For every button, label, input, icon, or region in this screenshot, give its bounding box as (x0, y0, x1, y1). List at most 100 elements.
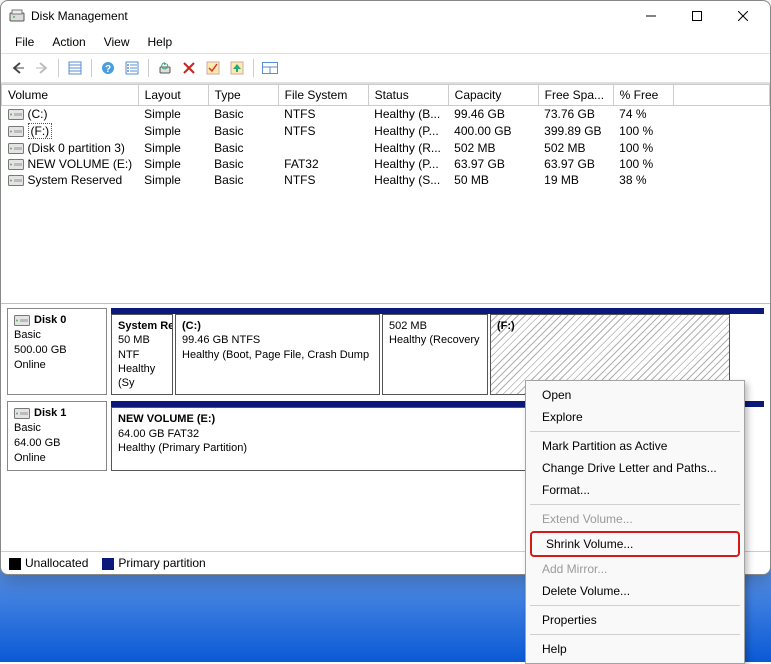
partition-size: 99.46 GB NTFS (182, 333, 373, 347)
partition-title: System Re (118, 319, 166, 333)
volume-name: (C:) (28, 107, 48, 121)
cell-free: 399.89 GB (538, 122, 613, 140)
partition[interactable]: System Re50 MB NTFHealthy (Sy (111, 314, 173, 395)
col-filesystem[interactable]: File System (278, 85, 368, 106)
col-status[interactable]: Status (368, 85, 448, 106)
detail-view-icon[interactable] (64, 57, 86, 79)
cell-fs (278, 140, 368, 156)
volume-list[interactable]: Volume Layout Type File System Status Ca… (1, 83, 770, 303)
legend-primary: Primary partition (102, 556, 205, 570)
drive-icon (14, 315, 30, 326)
volume-row[interactable]: (Disk 0 partition 3)SimpleBasicHealthy (… (2, 140, 770, 156)
app-icon (9, 8, 25, 24)
menu-view[interactable]: View (96, 33, 138, 51)
cell-type: Basic (208, 172, 278, 188)
cell-status: Healthy (P... (368, 156, 448, 172)
maximize-button[interactable] (674, 1, 720, 31)
volume-row[interactable]: NEW VOLUME (E:)SimpleBasicFAT32Healthy (… (2, 156, 770, 172)
toolbar: ? (1, 53, 770, 83)
ctx-format[interactable]: Format... (528, 479, 742, 501)
cell-pct: 100 % (613, 140, 673, 156)
cell-free: 19 MB (538, 172, 613, 188)
disk-info[interactable]: Disk 0Basic500.00 GBOnline (7, 308, 107, 395)
window-title: Disk Management (31, 9, 628, 23)
cell-fs: NTFS (278, 122, 368, 140)
cell-status: Healthy (S... (368, 172, 448, 188)
partition-status: Healthy (Sy (118, 362, 166, 391)
cell-layout: Simple (138, 156, 208, 172)
refresh-icon[interactable] (154, 57, 176, 79)
col-pctfree[interactable]: % Free (613, 85, 673, 106)
col-layout[interactable]: Layout (138, 85, 208, 106)
volume-name: (F:) (28, 123, 53, 139)
cell-fs: NTFS (278, 106, 368, 123)
check-icon[interactable] (202, 57, 224, 79)
partition-status: Healthy (Boot, Page File, Crash Dump (182, 348, 373, 362)
drive-icon (14, 408, 30, 419)
cell-fs: FAT32 (278, 156, 368, 172)
ctx-change-letter[interactable]: Change Drive Letter and Paths... (528, 457, 742, 479)
ctx-open[interactable]: Open (528, 384, 742, 406)
legend-unallocated: Unallocated (9, 556, 88, 570)
partition-size: 50 MB NTF (118, 333, 166, 362)
cell-status: Healthy (R... (368, 140, 448, 156)
disk-size: 64.00 GB (14, 436, 100, 451)
cell-type: Basic (208, 106, 278, 123)
help-icon[interactable]: ? (97, 57, 119, 79)
col-type[interactable]: Type (208, 85, 278, 106)
layout-icon[interactable] (259, 57, 281, 79)
disk-type: Basic (14, 328, 100, 343)
cell-capacity: 63.97 GB (448, 156, 538, 172)
cell-free: 63.97 GB (538, 156, 613, 172)
volume-row[interactable]: (F:)SimpleBasicNTFSHealthy (P...400.00 G… (2, 122, 770, 140)
ctx-properties[interactable]: Properties (528, 609, 742, 631)
disk-name: Disk 0 (34, 313, 66, 328)
disk-size: 500.00 GB (14, 343, 100, 358)
back-button[interactable] (7, 57, 29, 79)
volume-row[interactable]: System ReservedSimpleBasicNTFSHealthy (S… (2, 172, 770, 188)
partition-title: (F:) (497, 319, 723, 333)
col-freespace[interactable]: Free Spa... (538, 85, 613, 106)
settings-list-icon[interactable] (121, 57, 143, 79)
drive-icon (8, 109, 24, 120)
context-menu: Open Explore Mark Partition as Active Ch… (525, 380, 745, 664)
cell-capacity: 99.46 GB (448, 106, 538, 123)
cell-status: Healthy (P... (368, 122, 448, 140)
forward-button[interactable] (31, 57, 53, 79)
menu-action[interactable]: Action (44, 33, 93, 51)
ctx-shrink-volume[interactable]: Shrink Volume... (530, 531, 740, 557)
cell-fs: NTFS (278, 172, 368, 188)
cell-type: Basic (208, 156, 278, 172)
column-headers[interactable]: Volume Layout Type File System Status Ca… (2, 85, 770, 106)
close-button[interactable] (720, 1, 766, 31)
cell-type: Basic (208, 140, 278, 156)
cell-layout: Simple (138, 106, 208, 123)
cell-capacity: 502 MB (448, 140, 538, 156)
col-volume[interactable]: Volume (2, 85, 139, 106)
menu-file[interactable]: File (7, 33, 42, 51)
disk-name: Disk 1 (34, 406, 66, 421)
ctx-delete-volume[interactable]: Delete Volume... (528, 580, 742, 602)
ctx-mark-active[interactable]: Mark Partition as Active (528, 435, 742, 457)
volume-name: (Disk 0 partition 3) (28, 141, 125, 155)
cell-pct: 38 % (613, 172, 673, 188)
drive-icon (8, 159, 24, 170)
ctx-extend-volume: Extend Volume... (528, 508, 742, 530)
menu-help[interactable]: Help (140, 33, 181, 51)
col-capacity[interactable]: Capacity (448, 85, 538, 106)
menubar: File Action View Help (1, 31, 770, 53)
svg-text:?: ? (105, 64, 111, 75)
cell-layout: Simple (138, 172, 208, 188)
ctx-help[interactable]: Help (528, 638, 742, 660)
partition[interactable]: (C:)99.46 GB NTFSHealthy (Boot, Page Fil… (175, 314, 380, 395)
delete-icon[interactable] (178, 57, 200, 79)
cell-capacity: 50 MB (448, 172, 538, 188)
ctx-add-mirror: Add Mirror... (528, 558, 742, 580)
disk-info[interactable]: Disk 1Basic64.00 GBOnline (7, 401, 107, 470)
partition-status: Healthy (Recovery (389, 333, 481, 347)
ctx-explore[interactable]: Explore (528, 406, 742, 428)
partition[interactable]: 502 MBHealthy (Recovery (382, 314, 488, 395)
volume-row[interactable]: (C:)SimpleBasicNTFSHealthy (B...99.46 GB… (2, 106, 770, 123)
up-arrow-icon[interactable] (226, 57, 248, 79)
minimize-button[interactable] (628, 1, 674, 31)
